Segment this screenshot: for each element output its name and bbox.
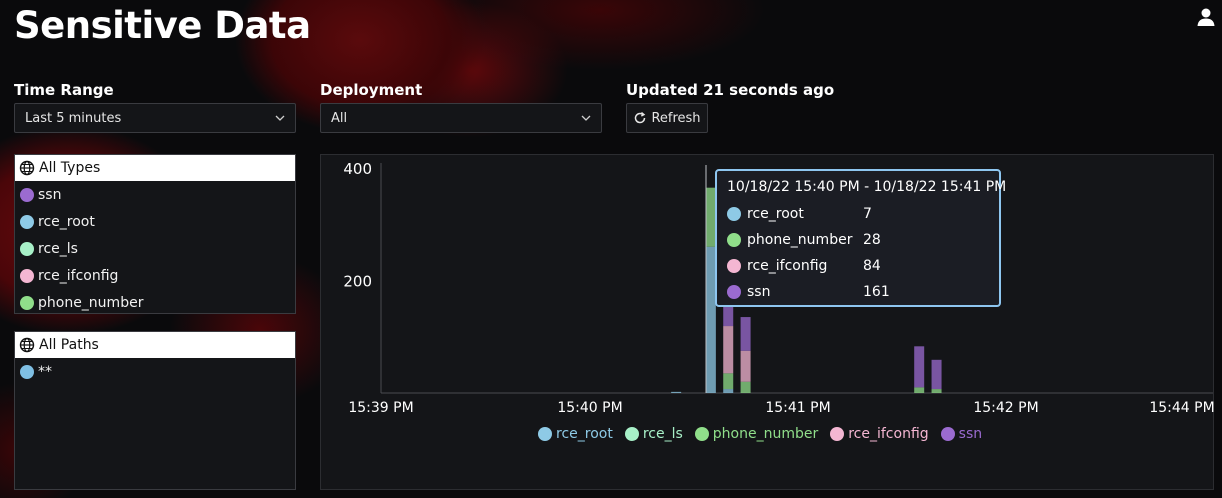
tooltip-series-value: 84 (863, 258, 881, 274)
refresh-label: Refresh (651, 110, 701, 126)
tooltip-row: rce_ifconfig 84 (727, 253, 989, 279)
tooltip-series-name: ssn (747, 284, 771, 300)
tooltip-series-value: 28 (863, 232, 881, 248)
tooltip-series-name: phone_number (747, 232, 853, 248)
types-panel: All Types ssn rce_root rce_ls rce_ifconfigp… (14, 154, 296, 314)
globe-icon (19, 337, 35, 353)
legend-label: rce_root (556, 426, 613, 442)
legend-item[interactable]: rce_ifconfig (830, 426, 929, 442)
chevron-down-icon (275, 115, 285, 121)
all-paths-header[interactable]: All Paths (15, 332, 295, 358)
refresh-button[interactable]: Refresh (626, 103, 708, 133)
type-item[interactable]: rce_ifconfig (15, 262, 295, 289)
type-item[interactable]: ssn (15, 181, 295, 208)
all-paths-label: All Paths (39, 337, 99, 353)
tooltip-row: phone_number 28 (727, 227, 989, 253)
color-dot-icon (20, 364, 34, 379)
tooltip-title: 10/18/22 15:40 PM - 10/18/22 15:41 PM (727, 179, 1007, 195)
color-dot-icon (20, 214, 34, 229)
legend-label: ssn (958, 426, 983, 442)
all-types-header[interactable]: All Types (15, 155, 295, 181)
color-dot-icon (20, 295, 34, 310)
deployment-value: All (331, 110, 348, 126)
legend-item[interactable]: rce_root (538, 426, 613, 442)
legend-item[interactable]: phone_number (694, 426, 819, 442)
type-item[interactable]: phone_number (15, 289, 295, 316)
globe-icon (19, 160, 35, 176)
all-types-label: All Types (39, 160, 101, 176)
legend-item[interactable]: ssn (940, 426, 983, 442)
legend-label: rce_ifconfig (848, 426, 929, 442)
type-item-label: ssn (38, 186, 62, 203)
tooltip-row: ssn 161 (727, 279, 989, 305)
color-dot-icon (20, 187, 34, 202)
type-item[interactable]: rce_ls (15, 235, 295, 262)
time-range-select[interactable]: Last 5 minutes (14, 103, 296, 133)
chevron-down-icon (581, 115, 591, 121)
tooltip-row: rce_root 7 (727, 201, 989, 227)
deployment-label: Deployment (320, 81, 423, 99)
color-dot-icon (727, 207, 741, 221)
updated-status: Updated 21 seconds ago (626, 81, 835, 99)
chart-legend: rce_root rce_ls phone_number rce_ifconfig ss… (538, 426, 982, 442)
tooltip-series-value: 161 (863, 284, 890, 300)
type-item-label: rce_ifconfig (38, 267, 119, 284)
color-dot-icon (727, 259, 741, 273)
tooltip-series-name: rce_ifconfig (747, 258, 828, 274)
time-range-value: Last 5 minutes (25, 110, 122, 126)
legend-item[interactable]: rce_ls (624, 426, 683, 442)
color-dot-icon (830, 427, 845, 441)
time-range-label: Time Range (14, 81, 114, 99)
color-dot-icon (727, 233, 741, 247)
user-icon[interactable] (1196, 7, 1216, 27)
tooltip-series-value: 7 (863, 206, 872, 222)
type-item[interactable]: rce_root (15, 208, 295, 235)
chart-tooltip: 10/18/22 15:40 PM - 10/18/22 15:41 PM rc… (715, 169, 1007, 307)
color-dot-icon (20, 268, 34, 283)
refresh-icon (635, 111, 646, 124)
color-dot-icon (940, 427, 955, 441)
color-dot-icon (694, 427, 709, 441)
legend-label: phone_number (712, 426, 819, 442)
legend-label: rce_ls (642, 426, 683, 442)
tooltip-series-name: rce_root (747, 206, 804, 222)
type-item-label: rce_root (38, 213, 95, 230)
page-title: Sensitive Data (14, 4, 311, 47)
color-dot-icon (20, 241, 34, 256)
paths-panel: All Paths ** (14, 331, 296, 490)
path-item-label: ** (38, 363, 52, 380)
type-item-label: rce_ls (38, 240, 78, 257)
color-dot-icon (727, 285, 741, 299)
type-item-label: phone_number (38, 294, 144, 311)
deployment-select[interactable]: All (320, 103, 602, 133)
path-item[interactable]: ** (15, 358, 295, 385)
color-dot-icon (624, 427, 639, 441)
color-dot-icon (538, 427, 552, 441)
